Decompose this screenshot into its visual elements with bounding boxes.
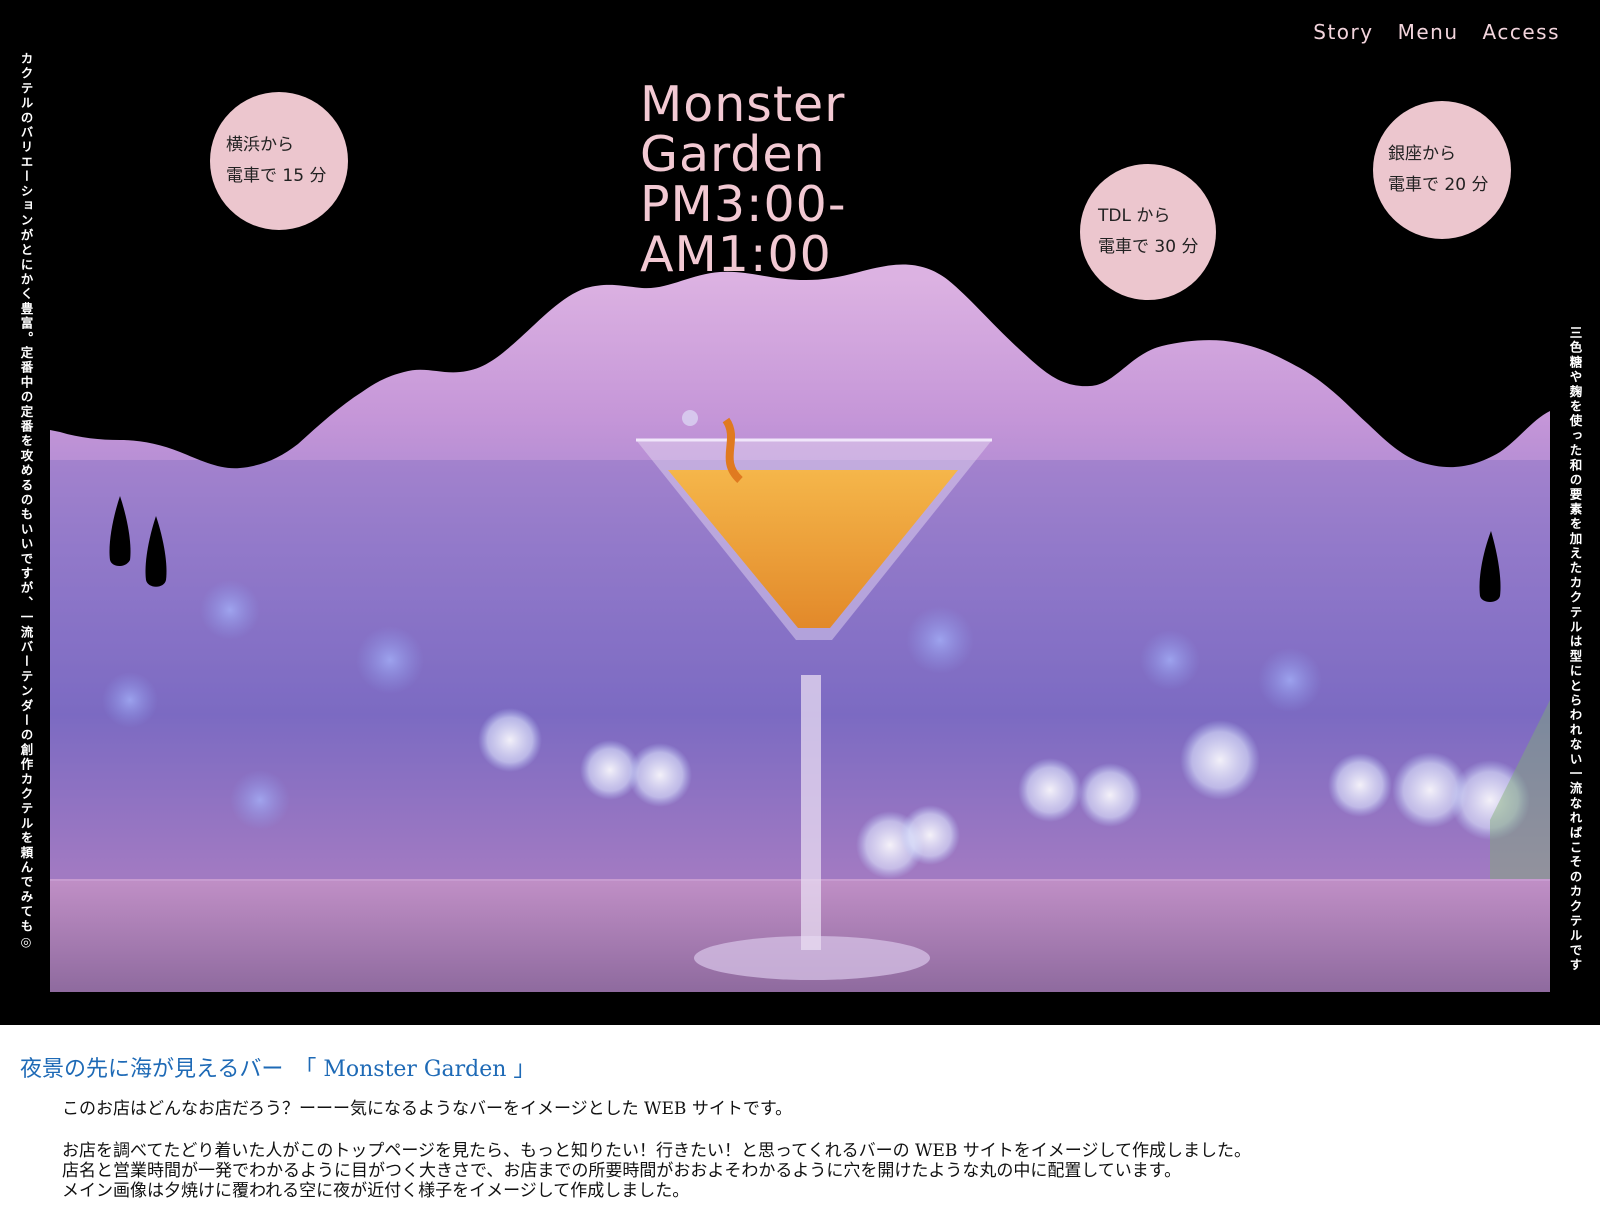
main-nav: Story Menu Access: [1313, 20, 1560, 44]
access-time: 電車で 15 分: [226, 166, 327, 186]
intro-paragraph-1: このお店はどんなお店だろう？ーーー気になるようなバーをイメージとした WEB サ…: [62, 1099, 793, 1119]
access-time: 電車で 30 分: [1098, 237, 1199, 257]
title-line-2: Garden: [640, 126, 826, 183]
nav-access-link[interactable]: Access: [1483, 20, 1560, 44]
hours-line-2: AM1:00: [640, 226, 832, 283]
nav-menu-link[interactable]: Menu: [1398, 20, 1459, 44]
access-from: 横浜から: [226, 135, 294, 155]
access-circle-yokohama: 横浜から 電車で 15 分: [210, 92, 348, 230]
hero-section: Story Menu Access カクテルのバリエーションがとにかく豊富。定番…: [0, 0, 1600, 1025]
access-from: TDL から: [1098, 206, 1171, 226]
access-from: 銀座から: [1388, 144, 1456, 164]
intro-heading: 夜景の先に海が見えるバー 「 Monster Garden 」: [20, 1057, 536, 1082]
side-text-right: 三色糖や麹を使った和の要素を加えたカクテルは型にとらわれない一流なればこそのカク…: [1567, 326, 1583, 973]
access-time: 電車で 20 分: [1388, 175, 1489, 195]
hours-line-1: PM3:00-: [640, 176, 847, 233]
title-line-1: Monster: [640, 76, 846, 133]
access-circle-ginza: 銀座から 電車で 20 分: [1373, 101, 1511, 239]
nav-story-link[interactable]: Story: [1313, 20, 1373, 44]
site-title: Monster Garden PM3:00- AM1:00: [640, 80, 847, 280]
intro-paragraph-3: 店名と営業時間が一発でわかるように目がつく大きさで、お店までの所要時間がおおよそ…: [62, 1161, 1182, 1181]
intro-paragraph-4: メイン画像は夕焼けに覆われる空に夜が近付く様子をイメージして作成しました。: [62, 1181, 690, 1201]
side-text-left: カクテルのバリエーションがとにかく豊富。定番中の定番を攻めるのもいいですが、一流…: [18, 52, 34, 952]
intro-paragraph-2: お店を調べてたどり着いた人がこのトップページを見たら、もっと知りたい！行きたい！…: [62, 1141, 1251, 1161]
access-circle-tdl: TDL から 電車で 30 分: [1080, 164, 1216, 300]
